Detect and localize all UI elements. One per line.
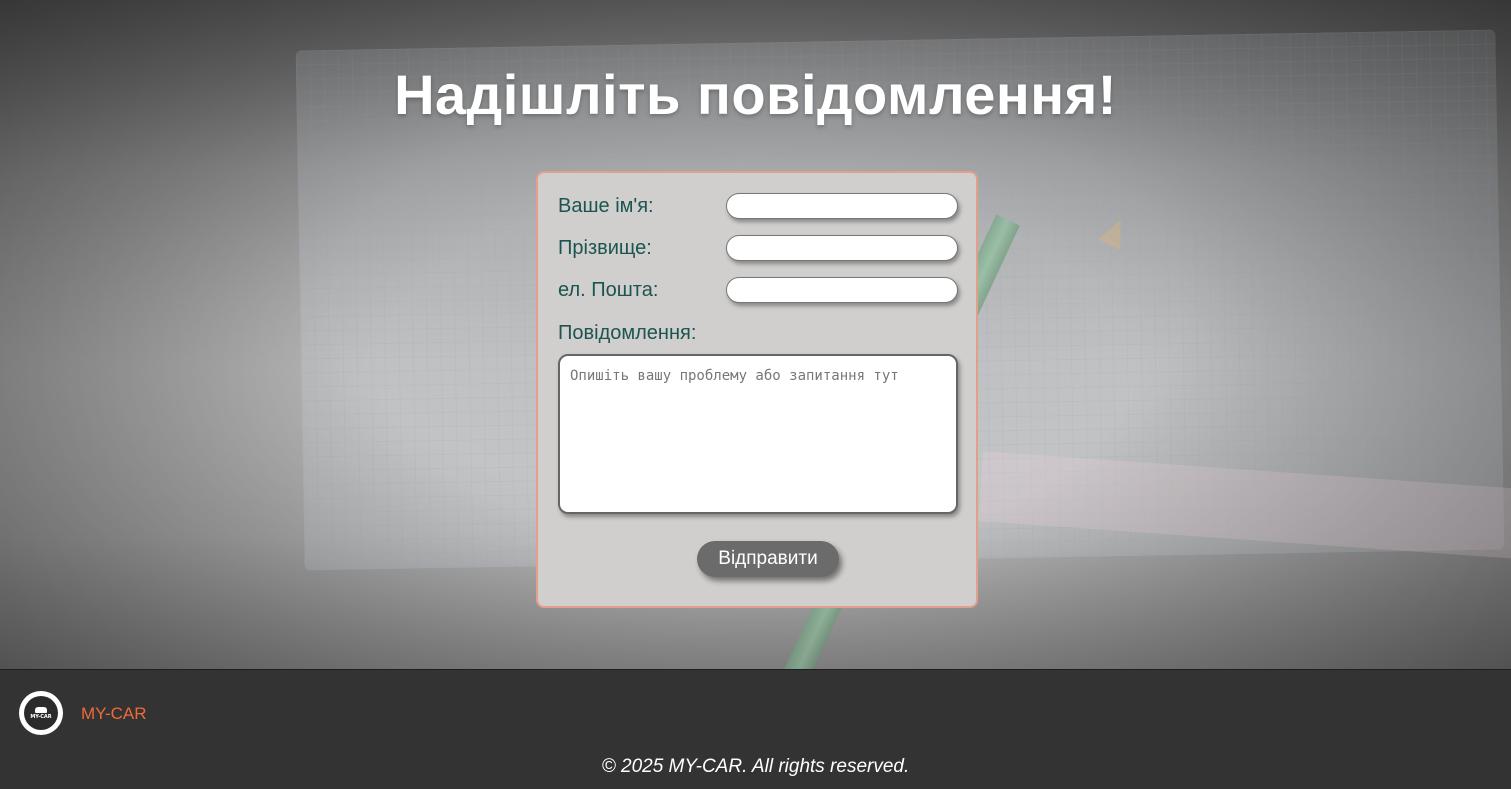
last-name-row: Прізвище: — [558, 235, 958, 261]
logo-text: MY-CAR — [30, 713, 52, 720]
last-name-input[interactable] — [726, 235, 958, 261]
first-name-label: Ваше ім'я: — [558, 195, 654, 217]
message-label: Повідомлення: — [558, 322, 697, 344]
email-label: ел. Пошта: — [558, 279, 659, 301]
brand-link[interactable]: MY-CAR — [81, 704, 147, 724]
email-row: ел. Пошта: — [558, 277, 958, 303]
hero-background: Надішліть повідомлення! Ваше ім'я: Прізв… — [0, 0, 1511, 670]
message-textarea[interactable] — [558, 354, 958, 514]
copyright-text: © 2025 MY-CAR. All rights reserved. — [601, 756, 910, 777]
my-car-logo[interactable]: MY-CAR — [19, 691, 63, 735]
logo-emblem: MY-CAR — [24, 696, 58, 730]
email-input[interactable] — [726, 277, 958, 303]
send-button[interactable]: Відправити — [697, 541, 839, 577]
contact-form: Ваше ім'я: Прізвище: ел. Пошта: Повідомл… — [536, 171, 978, 608]
first-name-row: Ваше ім'я: — [558, 193, 958, 219]
footer: MY-CAR MY-CAR © 2025 MY-CAR. All rights … — [0, 669, 1511, 789]
car-icon — [35, 706, 47, 713]
page-title: Надішліть повідомлення! — [394, 63, 1117, 126]
first-name-input[interactable] — [726, 193, 958, 219]
last-name-label: Прізвище: — [558, 237, 652, 259]
